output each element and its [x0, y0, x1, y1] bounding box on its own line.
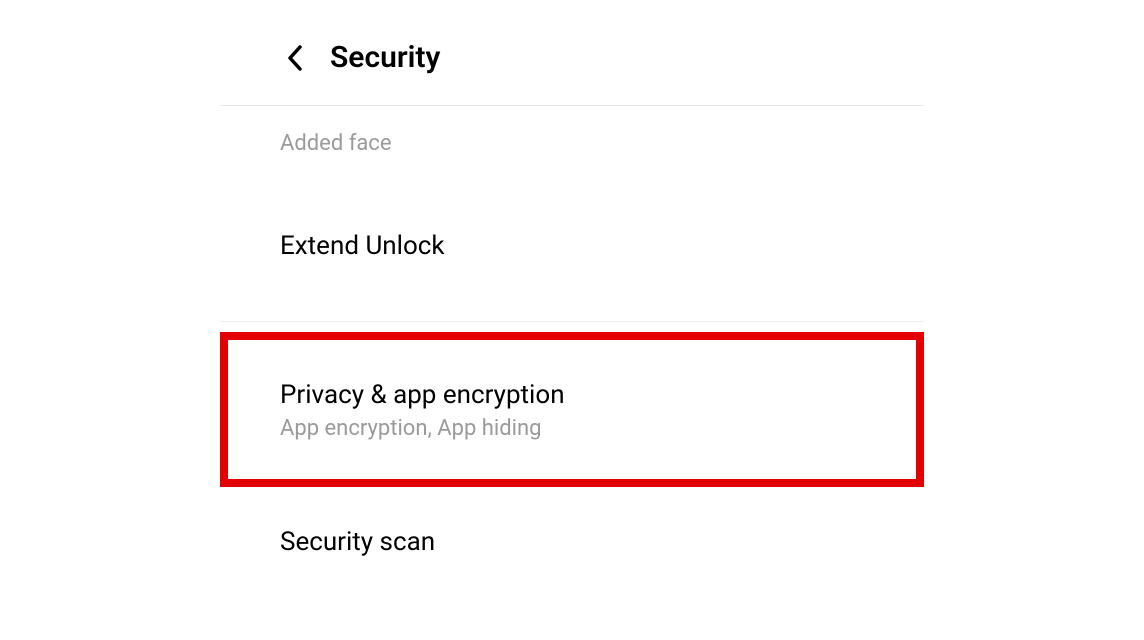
menu-item-subtitle: App encryption, App hiding [280, 416, 916, 441]
page-header: Security [0, 40, 1144, 105]
menu-item-extend-unlock[interactable]: Extend Unlock [0, 231, 1144, 261]
menu-item-title: Security scan [280, 527, 1144, 557]
menu-item-privacy-encryption[interactable]: Privacy & app encryption App encryption,… [220, 332, 924, 487]
menu-item-security-scan[interactable]: Security scan [0, 527, 1144, 557]
menu-item-title: Privacy & app encryption [280, 380, 916, 410]
back-icon[interactable] [280, 43, 310, 73]
menu-item-title: Extend Unlock [280, 231, 1144, 261]
page-title: Security [330, 40, 440, 75]
section-label-added-face: Added face [0, 106, 1144, 156]
divider [220, 321, 924, 322]
